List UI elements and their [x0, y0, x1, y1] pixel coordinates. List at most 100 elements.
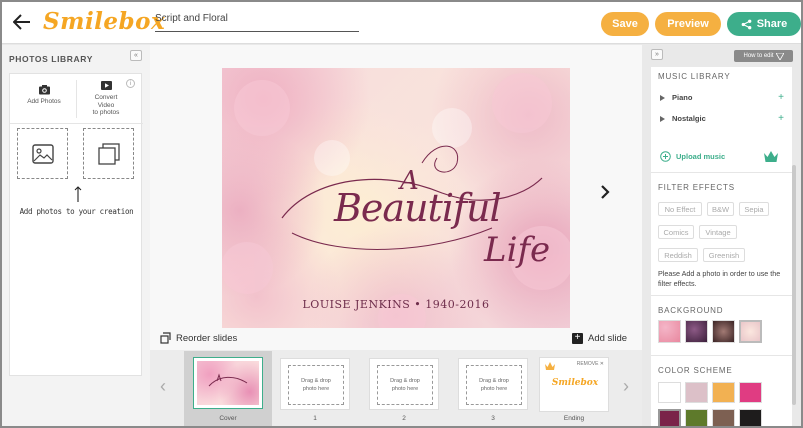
photos-library-panel: PHOTOS LIBRARY « Add Photos Convert Vide…: [2, 45, 150, 428]
library-box: Add Photos Convert Video to photos i Add…: [9, 73, 143, 376]
share-label: Share: [756, 18, 788, 30]
add-music-icon[interactable]: +: [778, 113, 784, 124]
filter-greenish[interactable]: Greenish: [703, 248, 745, 262]
add-photos-label: Add Photos: [27, 98, 61, 105]
image-icon: [31, 143, 54, 164]
color-swatch-pink[interactable]: [739, 382, 762, 403]
remove-ending-button[interactable]: REMOVE ✕: [577, 361, 604, 367]
info-icon[interactable]: i: [126, 79, 135, 88]
color-swatch-mauve[interactable]: [685, 382, 708, 403]
add-photos-button[interactable]: Add Photos: [14, 82, 74, 106]
document-title-input[interactable]: Script and Floral: [155, 12, 359, 32]
share-button[interactable]: Share: [727, 12, 801, 36]
music-library-title: MUSIC LIBRARY: [658, 72, 731, 81]
color-swatch-orange[interactable]: [712, 382, 735, 403]
slide-thumbnail-1[interactable]: Drag & drop photo here: [280, 358, 350, 410]
plus-circle-icon: [660, 151, 671, 162]
filter-no-effect[interactable]: No Effect: [658, 202, 702, 216]
camera-icon: [38, 84, 50, 94]
drop-zone[interactable]: Drag & drop photo here: [466, 365, 522, 405]
convert-video-line3: to photos: [92, 109, 120, 116]
divider: [10, 123, 143, 124]
title-beautiful: Beautiful: [334, 186, 502, 230]
settings-scroll-area[interactable]: MUSIC LIBRARY Piano + Nostalgic + Upload…: [651, 67, 792, 428]
photos-library-title: PHOTOS LIBRARY: [9, 54, 93, 64]
filter-note: Please Add a photo in order to use the f…: [658, 269, 781, 288]
strip-next-arrow-icon[interactable]: ›: [623, 376, 629, 397]
color-swatch-plum-selected[interactable]: [658, 409, 681, 428]
ending-label: Ending: [563, 415, 585, 422]
settings-scrollbar[interactable]: [792, 165, 796, 405]
music-item-nostalgic[interactable]: Nostalgic +: [660, 113, 784, 124]
color-swatch-white[interactable]: [658, 382, 681, 403]
color-swatch-black[interactable]: [739, 409, 762, 428]
share-icon: [741, 19, 752, 29]
add-slide-label: Add slide: [588, 333, 628, 344]
cover-thumbnail[interactable]: [193, 357, 263, 409]
smilebox-logo: Smilebox: [43, 8, 166, 35]
video-icon: [100, 80, 112, 90]
save-button[interactable]: Save: [601, 12, 649, 36]
upload-music-button[interactable]: Upload music: [660, 151, 725, 162]
background-option-purple[interactable]: [685, 320, 708, 343]
slide-thumbnail-3[interactable]: Drag & drop photo here: [458, 358, 528, 410]
background-option-dark-floral[interactable]: [712, 320, 735, 343]
slide-thumbnail-2[interactable]: Drag & drop photo here: [369, 358, 439, 410]
title-life: Life: [484, 230, 551, 270]
reorder-icon: [160, 332, 171, 344]
strip-prev-arrow-icon[interactable]: ‹: [160, 376, 166, 397]
add-slide-button[interactable]: + Add slide: [572, 333, 627, 344]
color-scheme-title: COLOR SCHEME: [658, 366, 733, 375]
background-title: BACKGROUND: [658, 306, 724, 315]
background-option-pink-floral[interactable]: [658, 320, 681, 343]
top-bar: Smilebox Script and Floral Save Preview …: [2, 2, 801, 44]
slide-canvas[interactable]: A Beautiful Life LOUISE JENKINS • 1940-2…: [222, 68, 570, 328]
reorder-label: Reorder slides: [176, 332, 238, 344]
add-music-icon[interactable]: +: [778, 92, 784, 103]
drop-zone[interactable]: Drag & drop photo here: [288, 365, 344, 405]
background-option-light-selected[interactable]: [739, 320, 762, 343]
collapse-panel-button[interactable]: «: [130, 50, 142, 61]
settings-panel: » How to edit MUSIC LIBRARY Piano + Nost…: [642, 45, 801, 428]
arrow-up-icon: [74, 186, 82, 202]
music-item-piano[interactable]: Piano +: [660, 92, 784, 103]
filter-effects-title: FILTER EFFECTS: [658, 183, 735, 192]
ending-logo: Smilebox: [551, 378, 599, 388]
play-icon: [660, 94, 665, 101]
album-dropzone[interactable]: [83, 128, 134, 179]
color-swatch-olive[interactable]: [685, 409, 708, 428]
filter-bw[interactable]: B&W: [707, 202, 734, 216]
filter-reddish[interactable]: Reddish: [658, 248, 698, 262]
reorder-slides-button[interactable]: Reorder slides: [160, 332, 237, 344]
divider: [651, 355, 792, 356]
back-button[interactable]: [10, 10, 34, 34]
help-icon: [775, 52, 784, 60]
drop-zone[interactable]: Drag & drop photo here: [377, 365, 433, 405]
divider: [651, 295, 792, 296]
photo-dropzone[interactable]: [17, 128, 68, 179]
plus-icon: +: [572, 333, 583, 344]
next-slide-arrow-icon[interactable]: [600, 185, 610, 199]
slide-number-3: 3: [491, 415, 495, 422]
arrow-left-icon: [13, 14, 30, 30]
ending-thumbnail[interactable]: REMOVE ✕ Smilebox: [539, 357, 609, 412]
name-dates-line: LOUISE JENKINS • 1940-2016: [302, 298, 490, 311]
crown-icon: [545, 362, 555, 370]
cover-preview-image: [197, 361, 259, 405]
color-swatch-brown[interactable]: [712, 409, 735, 428]
crown-icon: [764, 151, 778, 162]
convert-video-line2: Video: [97, 101, 115, 109]
filter-vintage[interactable]: Vintage: [699, 225, 737, 239]
expand-panel-button[interactable]: »: [651, 49, 663, 60]
play-icon: [660, 115, 665, 122]
how-to-edit-button[interactable]: How to edit: [734, 50, 793, 62]
filter-sepia[interactable]: Sepia: [739, 202, 769, 216]
convert-video-line1: Convert: [94, 94, 118, 101]
divider: [651, 172, 792, 173]
stack-icon: [97, 142, 120, 165]
preview-button[interactable]: Preview: [655, 12, 721, 36]
slide-number-2: 2: [402, 415, 406, 422]
filter-comics[interactable]: Comics: [658, 225, 694, 239]
slide-number-1: 1: [313, 415, 317, 422]
filmstrip: ‹ Cover Drag & drop photo here 1 Drag & d…: [150, 350, 642, 428]
